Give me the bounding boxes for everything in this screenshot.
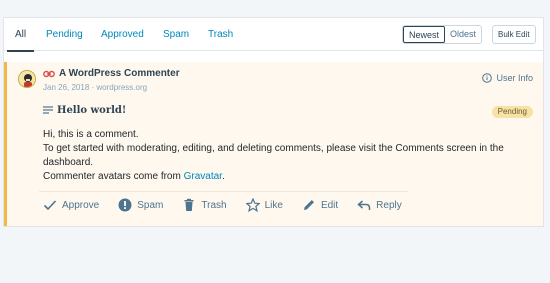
comment-meta: Jan 26, 2018 · wordpress.org bbox=[43, 83, 147, 92]
comment-line-3-prefix: Commenter avatars come from bbox=[43, 171, 184, 182]
post-title: Hello world! bbox=[57, 105, 127, 116]
gravatar-link[interactable]: Gravatar bbox=[184, 171, 222, 182]
status-badge: Pending bbox=[491, 106, 533, 118]
spam-label: Spam bbox=[137, 199, 164, 211]
tab-spam[interactable]: Spam bbox=[163, 18, 189, 51]
user-info-label: User Info bbox=[496, 73, 533, 83]
comment-line-3-suffix: . bbox=[221, 171, 225, 182]
comment-body: Hi, this is a comment. To get started wi… bbox=[43, 128, 523, 184]
post-link[interactable]: Hello world! bbox=[43, 105, 126, 116]
trash-label: Trash bbox=[201, 199, 227, 211]
star-icon bbox=[245, 198, 260, 212]
comment-date[interactable]: Jan 26, 2018 bbox=[43, 83, 89, 92]
avatar-image bbox=[19, 71, 35, 87]
checkmark-icon bbox=[43, 200, 57, 211]
comments-panel: All Pending Approved Spam Trash Newest O… bbox=[3, 17, 544, 227]
comment-author-name: A WordPress Commenter bbox=[59, 68, 180, 79]
comment-line-1: Hi, this is a comment. bbox=[43, 129, 139, 140]
comment-card: A WordPress Commenter Jan 26, 2018 · wor… bbox=[4, 62, 543, 226]
comment-line-2: To get started with moderating, editing,… bbox=[43, 143, 504, 168]
bulk-edit-button[interactable]: Bulk Edit bbox=[492, 25, 536, 44]
avatar bbox=[18, 70, 36, 88]
trash-button[interactable]: Trash bbox=[182, 198, 227, 212]
pencil-icon bbox=[303, 200, 314, 210]
user-info-button[interactable]: User Info bbox=[482, 73, 533, 83]
reply-button[interactable]: Reply bbox=[357, 198, 402, 212]
edit-button[interactable]: Edit bbox=[302, 198, 338, 212]
sort-oldest-button[interactable]: Oldest bbox=[445, 26, 482, 43]
comment-site[interactable]: wordpress.org bbox=[96, 83, 147, 92]
tab-trash[interactable]: Trash bbox=[208, 18, 233, 51]
sort-toggle: Newest Oldest bbox=[402, 25, 483, 44]
comment-author[interactable]: A WordPress Commenter bbox=[43, 68, 180, 79]
filter-bar: All Pending Approved Spam Trash Newest O… bbox=[4, 18, 543, 52]
spam-button[interactable]: Spam bbox=[118, 198, 163, 212]
like-button[interactable]: Like bbox=[245, 198, 283, 212]
comment-actions: Approve Spam Trash Like Edit Reply bbox=[43, 198, 421, 212]
approve-button[interactable]: Approve bbox=[43, 198, 99, 212]
tab-all[interactable]: All bbox=[6, 18, 35, 52]
info-icon bbox=[482, 73, 493, 83]
link-icon bbox=[43, 70, 55, 77]
reply-icon bbox=[357, 200, 371, 210]
like-label: Like bbox=[264, 199, 283, 211]
tab-pending[interactable]: Pending bbox=[46, 18, 83, 51]
reply-label: Reply bbox=[376, 199, 402, 211]
approve-label: Approve bbox=[62, 199, 100, 211]
comment-line-3: Commenter avatars come from Gravatar. bbox=[43, 170, 523, 184]
edit-label: Edit bbox=[320, 199, 339, 211]
trash-icon bbox=[184, 198, 194, 211]
post-icon bbox=[43, 106, 53, 114]
sort-newest-button[interactable]: Newest bbox=[403, 26, 446, 43]
tab-approved[interactable]: Approved bbox=[101, 18, 144, 51]
actions-divider bbox=[39, 191, 408, 192]
spam-icon bbox=[118, 198, 132, 212]
